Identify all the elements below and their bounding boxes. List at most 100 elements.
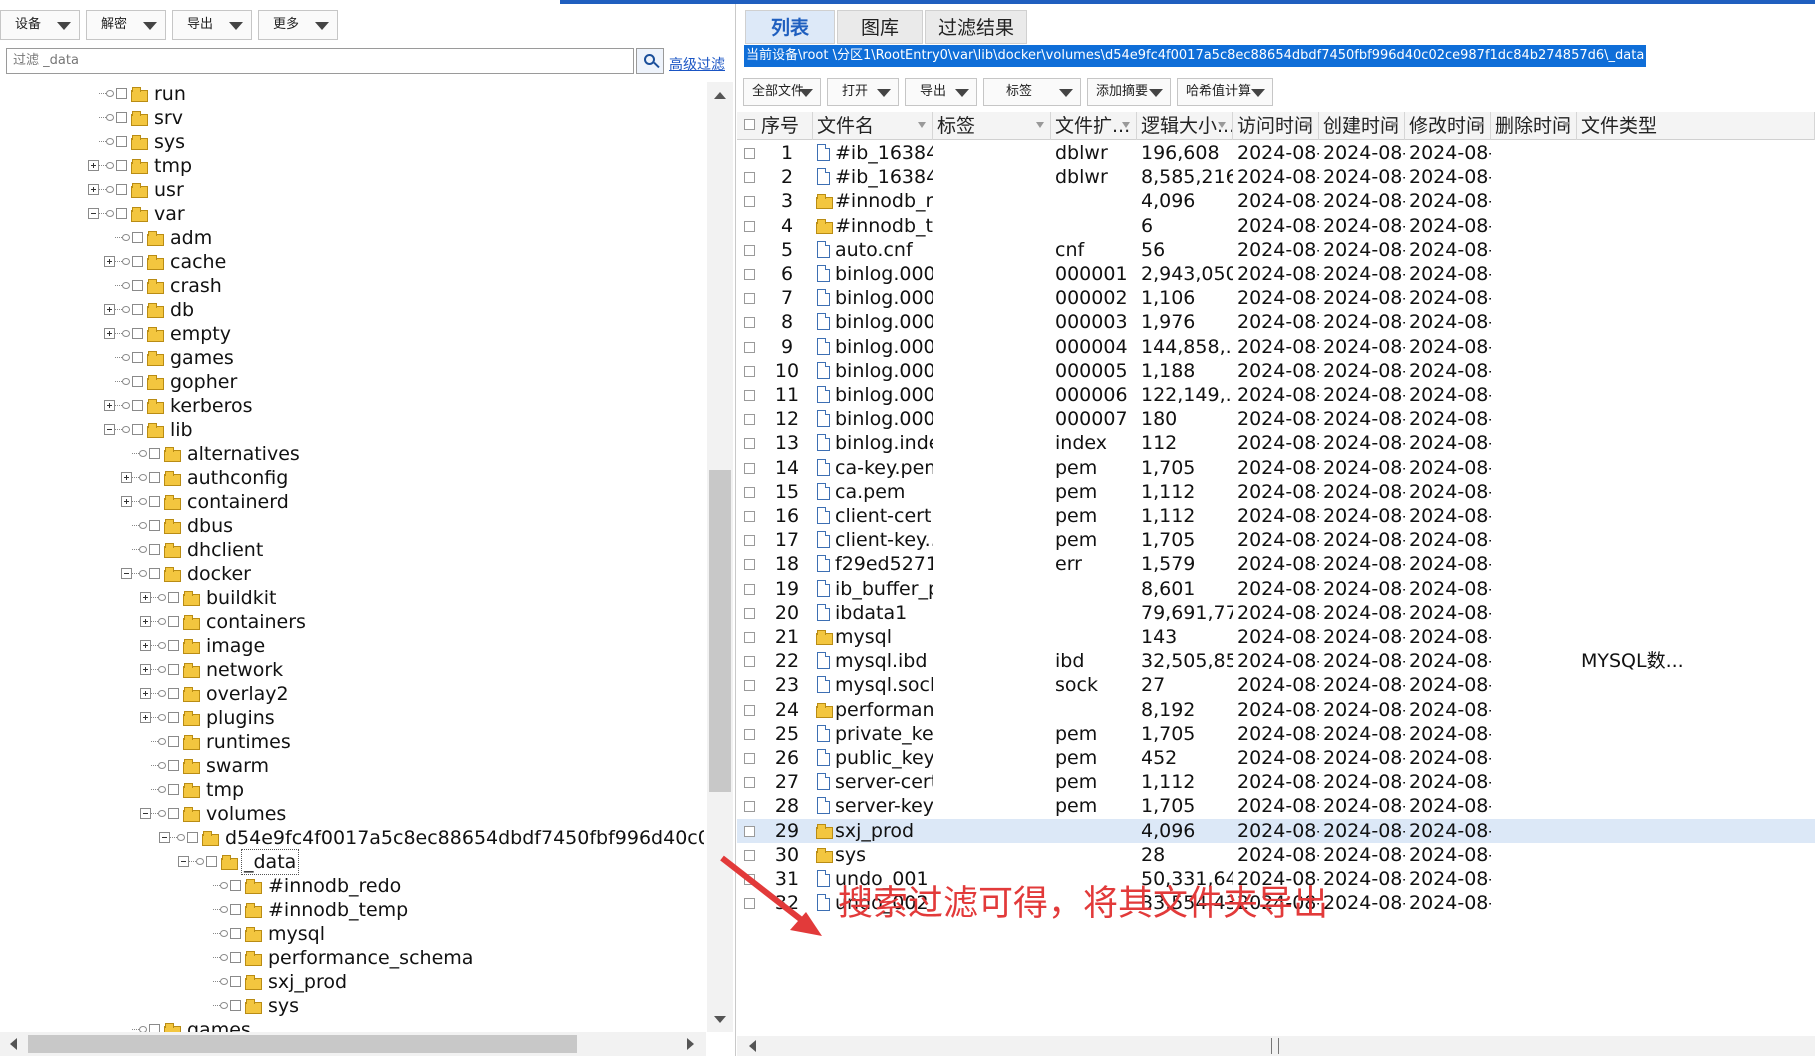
expand-icon[interactable] — [104, 304, 115, 315]
select-all-checkbox[interactable] — [744, 119, 755, 130]
checkbox[interactable] — [168, 712, 179, 723]
checkbox[interactable] — [149, 1024, 160, 1032]
radio-icon[interactable] — [158, 690, 166, 697]
all-files-dropdown[interactable]: 全部文件 — [743, 78, 821, 106]
table-row[interactable]: 5auto.cnfcnf562024-08-...2024-08-...2024… — [737, 238, 1815, 262]
table-row[interactable]: 27server-cert....pem1,1122024-08-...2024… — [737, 770, 1815, 794]
radio-icon[interactable] — [158, 594, 166, 601]
tab-filter-results[interactable]: 过滤结果 — [925, 10, 1027, 44]
checkbox[interactable] — [168, 616, 179, 627]
table-row[interactable]: 14ca-key.pempem1,7052024-08-...2024-08-.… — [737, 456, 1815, 480]
checkbox[interactable] — [187, 832, 198, 843]
table-row[interactable]: 26public_key....pem4522024-08-...2024-08… — [737, 746, 1815, 770]
row-checkbox[interactable] — [744, 486, 755, 498]
device-menu-button[interactable]: 设备 — [0, 10, 80, 40]
checkbox[interactable] — [116, 112, 127, 123]
row-checkbox[interactable] — [744, 680, 755, 692]
radio-icon[interactable] — [122, 234, 130, 241]
column-header[interactable]: 标签 — [933, 112, 1051, 140]
checkbox[interactable] — [168, 760, 179, 771]
sort-arrow-icon[interactable] — [1036, 122, 1044, 128]
table-row[interactable]: 2#ib_16384_...dblwr8,585,2162024-08-...2… — [737, 165, 1815, 189]
row-checkbox[interactable] — [744, 632, 755, 643]
advanced-filter-link[interactable]: 高级过滤 — [669, 54, 725, 74]
expand-icon[interactable] — [140, 592, 151, 603]
radio-icon[interactable] — [106, 114, 114, 121]
table-row[interactable]: 28server-key....pem1,7052024-08-...2024-… — [737, 794, 1815, 818]
radio-icon[interactable] — [122, 354, 130, 361]
checkbox[interactable] — [116, 208, 127, 219]
sort-arrow-icon[interactable] — [1476, 122, 1484, 128]
table-row[interactable]: 30sys282024-08-...2024-08-...2024-08-... — [737, 843, 1815, 867]
tree-vertical-scrollbar[interactable] — [707, 82, 733, 1032]
radio-icon[interactable] — [106, 90, 114, 97]
checkbox[interactable] — [132, 280, 143, 291]
column-header[interactable]: 序号 — [757, 112, 813, 140]
collapse-icon[interactable] — [178, 856, 189, 867]
sort-arrow-icon[interactable] — [1122, 122, 1130, 128]
radio-icon[interactable] — [122, 282, 130, 289]
row-checkbox[interactable] — [744, 777, 755, 789]
radio-icon[interactable] — [220, 954, 228, 961]
row-checkbox[interactable] — [744, 704, 755, 716]
radio-icon[interactable] — [139, 450, 147, 457]
row-checkbox[interactable] — [744, 656, 755, 668]
radio-icon[interactable] — [122, 402, 130, 409]
table-row[interactable]: 23mysql.socksock272024-08-...2024-08-...… — [737, 673, 1815, 697]
table-row[interactable]: 29sxj_prod4,0962024-08-...2024-08-...202… — [737, 818, 1815, 843]
search-button[interactable] — [636, 48, 664, 74]
expand-icon[interactable] — [104, 400, 115, 411]
checkbox[interactable] — [168, 784, 179, 795]
table-row[interactable]: 11binlog.000...000006122,149,...2024-08-… — [737, 383, 1815, 407]
checkbox[interactable] — [168, 664, 179, 675]
table-row[interactable]: 17client-key....pem1,7052024-08-...2024-… — [737, 528, 1815, 552]
radio-icon[interactable] — [139, 498, 147, 505]
checkbox[interactable] — [168, 592, 179, 603]
radio-icon[interactable] — [158, 666, 166, 673]
row-checkbox[interactable] — [744, 172, 755, 184]
tag-button[interactable]: 标签 — [983, 78, 1081, 106]
column-header[interactable]: 文件类型 — [1577, 112, 1815, 140]
column-header[interactable]: 删除时间 — [1491, 112, 1577, 140]
sort-arrow-icon[interactable] — [918, 122, 926, 128]
table-horizontal-scrollbar[interactable] — [737, 1036, 1815, 1056]
scroll-up-icon[interactable] — [714, 92, 726, 99]
checkbox[interactable] — [116, 136, 127, 147]
radio-icon[interactable] — [158, 618, 166, 625]
checkbox[interactable] — [116, 160, 127, 171]
table-row[interactable]: 4#innodb_t...62024-08-...2024-08-...2024… — [737, 214, 1815, 238]
checkbox[interactable] — [230, 1000, 241, 1011]
radio-icon[interactable] — [122, 306, 130, 313]
checkbox[interactable] — [132, 328, 143, 339]
checkbox[interactable] — [230, 904, 241, 915]
radio-icon[interactable] — [106, 162, 114, 169]
expand-icon[interactable] — [88, 160, 99, 171]
checkbox[interactable] — [168, 736, 179, 747]
checkbox[interactable] — [149, 448, 160, 459]
row-checkbox[interactable] — [744, 801, 755, 813]
radio-icon[interactable] — [139, 474, 147, 481]
checkbox[interactable] — [230, 952, 241, 963]
checkbox[interactable] — [132, 232, 143, 243]
radio-icon[interactable] — [220, 882, 228, 889]
radio-icon[interactable] — [106, 210, 114, 217]
checkbox[interactable] — [149, 568, 160, 579]
scroll-down-icon[interactable] — [714, 1016, 726, 1023]
checkbox[interactable] — [230, 928, 241, 939]
table-row[interactable]: 25private_key....pem1,7052024-08-...2024… — [737, 722, 1815, 746]
table-row[interactable]: 8binlog.000...0000031,9762024-08-...2024… — [737, 310, 1815, 334]
sort-arrow-icon[interactable] — [1218, 122, 1226, 128]
table-row[interactable]: 16client-cert....pem1,1122024-08-...2024… — [737, 504, 1815, 528]
row-checkbox[interactable] — [744, 849, 755, 861]
checkbox[interactable] — [149, 520, 160, 531]
table-row[interactable]: 22mysql.ibdibd32,505,8562024-08-...2024-… — [737, 649, 1815, 673]
row-checkbox[interactable] — [744, 365, 755, 377]
table-row[interactable]: 24performan...8,1922024-08-...2024-08-..… — [737, 698, 1815, 722]
table-row[interactable]: 18f29ed5271...err1,5792024-08-...2024-08… — [737, 552, 1815, 576]
radio-icon[interactable] — [196, 858, 204, 865]
expand-icon[interactable] — [104, 256, 115, 267]
table-row[interactable]: 12binlog.000...0000071802024-08-...2024-… — [737, 407, 1815, 431]
column-header[interactable]: 文件扩... — [1051, 112, 1137, 140]
row-checkbox[interactable] — [744, 414, 755, 426]
radio-icon[interactable] — [220, 978, 228, 985]
